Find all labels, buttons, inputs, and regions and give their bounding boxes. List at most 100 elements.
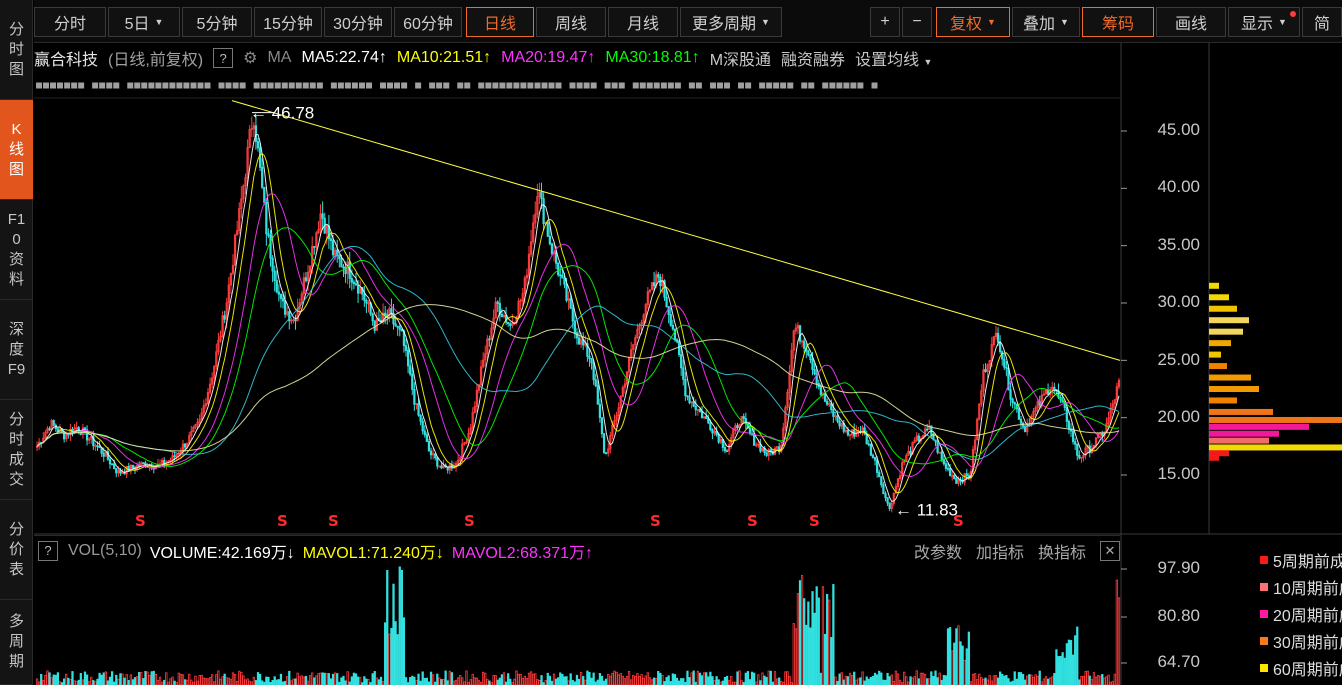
volume-bar [477,680,481,685]
candle-body [356,284,360,294]
candle-body [396,325,399,328]
volume-bar [819,672,822,685]
candle-body [882,484,885,495]
candle-body [254,125,258,142]
volume-bar [663,681,666,685]
volume-bar [736,671,739,685]
volume-bar [152,670,155,685]
volume-bar [48,672,51,685]
volume-bar [323,672,326,685]
kline-chart[interactable]: ← 46.78← 11.83S S S S S S S S [0,0,1342,685]
change-params-button[interactable]: 改参数 [914,539,962,563]
switch-indicator-button[interactable]: 换指标 [1038,539,1086,563]
volume-bar [1015,678,1018,685]
volume-bar [40,674,43,685]
volume-bar [519,674,522,685]
volume-bar [965,648,968,685]
volume-bar [475,677,479,685]
candle-body [113,463,116,470]
chip-bar [1209,430,1279,437]
volume-help-icon[interactable]: ? [38,540,58,561]
candle-body [709,422,712,430]
volume-bar [459,675,462,685]
volume-bar [92,680,95,685]
volume-bar [50,677,53,685]
chip-bar [1209,294,1229,301]
volume-bar [108,676,112,685]
volume-bar [571,680,574,685]
volume-bar [894,670,898,685]
price-tick-label: 25.00 [1157,350,1200,369]
volume-bar [805,624,808,685]
volume-bar [652,677,656,685]
volume-bar [923,674,927,685]
volume-bar [465,670,468,685]
volume-bar [350,676,353,685]
volume-bar [123,677,126,685]
volume-bar [171,676,174,685]
volume-bar [873,672,877,685]
volume-bar [65,673,68,685]
volume-bar [898,679,902,685]
volume-bar [944,675,948,685]
volume-bar [861,671,864,685]
volume-bar [848,672,852,685]
volume-bar [35,678,39,685]
candle-body [926,428,929,431]
volume-bar [554,678,558,685]
volume-bar [225,677,228,685]
volume-bar [698,672,702,685]
candle-body [571,307,574,322]
volume-bar [83,671,87,685]
volume-bar [204,678,208,685]
volume-bar [169,678,172,685]
volume-bar [926,678,929,685]
volume-bar [811,591,814,685]
candle-body [744,418,747,424]
legend-swatch [1260,555,1268,564]
volume-bar [252,676,255,685]
volume-bar [863,680,866,685]
volume-bar [227,677,230,685]
chip-bar [1209,282,1219,289]
volume-bar [1003,675,1006,685]
candle-body [417,403,420,416]
volume-bar [1034,674,1037,685]
volume-bar [973,673,977,685]
volume-bar [69,679,72,685]
volume-indicator-label[interactable]: VOL(5,10) [68,542,142,560]
candle-body [352,281,356,285]
volume-bar [300,675,303,685]
volume-bar [982,678,985,685]
volume-bar [138,672,141,685]
volume-bar [110,671,114,685]
volume-bar [579,671,583,685]
volume-bar [582,676,585,685]
volume-bar [267,676,270,685]
volume-bar [500,674,504,685]
candle-body [131,464,135,469]
candle-body [340,258,343,268]
candle-body [496,301,499,304]
volume-bar [815,586,818,685]
volume-bar [1051,676,1054,685]
volume-bar [125,674,128,685]
mavol2-value: MAVOL2:68.371万↑ [451,544,594,562]
volume-bar [834,676,837,685]
price-tick-label: 20.00 [1157,407,1200,426]
volume-bar [131,679,135,685]
volume-bar [792,623,795,685]
volume-bar [244,679,247,685]
volume-bar [980,677,983,685]
volume-bar [767,670,770,685]
mavol1-value: MAVOL1:71.240万↓ [302,544,444,562]
chip-bar [1209,328,1243,335]
volume-bar [586,670,589,685]
volume-bar [183,679,187,685]
volume-bar [144,670,147,685]
candle-body [321,213,324,219]
add-indicator-button[interactable]: 加指标 [976,539,1024,563]
candle-body [577,337,581,345]
price-tick-label: 15.00 [1157,464,1200,483]
candle-body [436,457,439,467]
